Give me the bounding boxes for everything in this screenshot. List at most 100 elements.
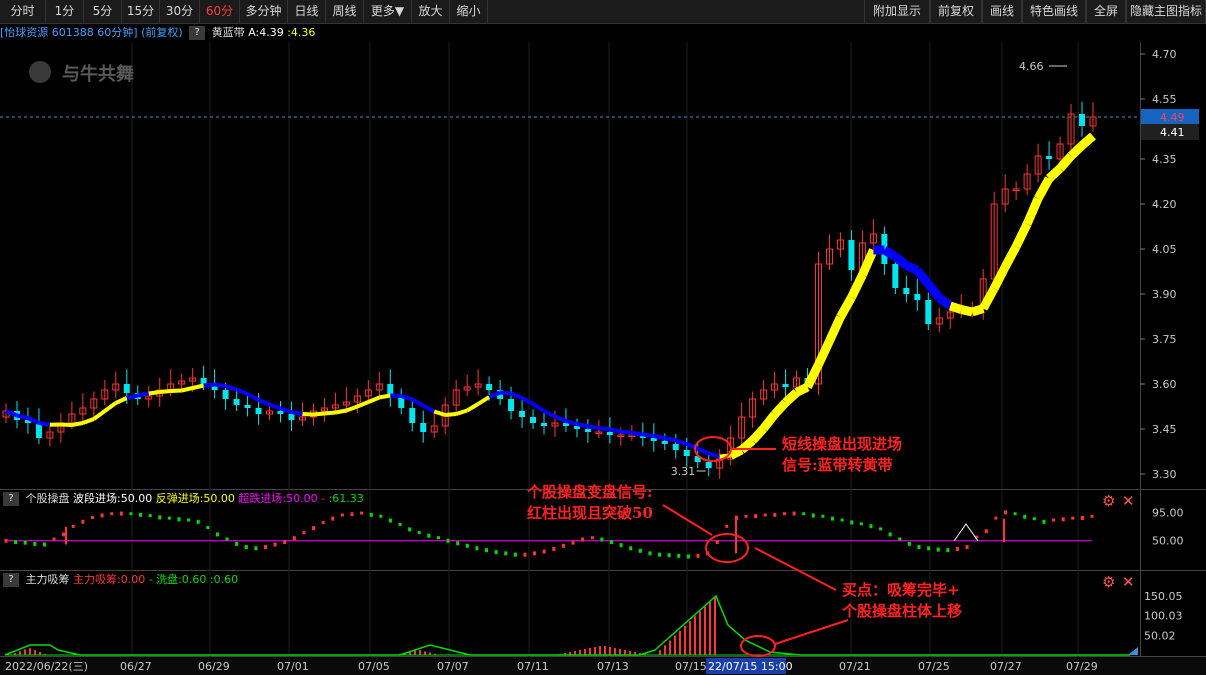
watermark-text: 与牛共舞 bbox=[62, 63, 134, 85]
indicator-dot bbox=[763, 513, 767, 517]
indicator-dot bbox=[792, 511, 796, 516]
indicator-dot bbox=[927, 546, 931, 551]
candle-body bbox=[848, 240, 855, 270]
indicator-dot bbox=[302, 531, 306, 535]
candle-body bbox=[925, 300, 932, 324]
indicator-band-segment bbox=[477, 395, 491, 406]
indicator-band-segment bbox=[904, 261, 920, 275]
help-button-panel3[interactable]: ? bbox=[3, 573, 19, 587]
indicator-dot bbox=[369, 512, 373, 517]
indicator-dot bbox=[1052, 518, 1056, 522]
indicator-dot bbox=[81, 519, 85, 524]
indicator-dot bbox=[283, 540, 287, 544]
indicator-band-segment bbox=[148, 390, 160, 396]
indicator-dot bbox=[254, 546, 258, 551]
indicator-band-segment bbox=[543, 409, 556, 419]
indicator-band-segment bbox=[16, 413, 29, 420]
indicator-band-segment bbox=[1067, 142, 1086, 160]
indicator-dot bbox=[33, 541, 37, 546]
price-axis-label: 4.20 bbox=[1152, 198, 1177, 211]
indicator-dot bbox=[129, 512, 133, 516]
indicator-band-segment bbox=[771, 399, 789, 418]
indicator-dot bbox=[561, 543, 565, 548]
indicator-dot bbox=[1032, 517, 1036, 521]
indicator-dot bbox=[42, 542, 46, 547]
indicator-band-segment bbox=[510, 391, 523, 400]
indicator-band-segment bbox=[159, 389, 171, 394]
price-axis-label: 4.35 bbox=[1152, 153, 1177, 166]
indicator-dot bbox=[408, 527, 412, 532]
indicator-band-segment bbox=[760, 411, 779, 432]
indicator-band-segment bbox=[598, 426, 611, 432]
indicator-dot bbox=[187, 518, 191, 522]
indicator-dot bbox=[398, 522, 402, 526]
candle-body bbox=[683, 450, 690, 456]
indicator-dot bbox=[1023, 514, 1027, 519]
indicator-dot bbox=[571, 540, 575, 545]
price-axis-label: 4.70 bbox=[1152, 48, 1177, 61]
indicator-dot bbox=[677, 553, 681, 558]
candle-body bbox=[123, 384, 130, 393]
indicator-dot bbox=[811, 513, 815, 518]
price-axis-label: 4.05 bbox=[1152, 243, 1177, 256]
indicator-dot bbox=[946, 548, 950, 553]
indicator-band-segment bbox=[60, 422, 72, 427]
indicator-band-segment bbox=[794, 382, 810, 397]
close-icon[interactable]: ✕ bbox=[1122, 493, 1135, 509]
indicator-dot bbox=[206, 526, 210, 530]
candle-body bbox=[705, 462, 712, 468]
indicator-band-segment bbox=[246, 392, 260, 402]
indicator-band-segment bbox=[936, 294, 953, 310]
close-icon[interactable]: ✕ bbox=[1122, 574, 1135, 590]
date-axis-label: 07/15 bbox=[675, 660, 707, 673]
indicator-band-segment bbox=[71, 421, 84, 427]
gear-icon[interactable]: ⚙ bbox=[1102, 574, 1115, 590]
indicator-dot bbox=[994, 516, 998, 520]
indicator-band-segment bbox=[620, 429, 633, 435]
help-button-panel2[interactable]: ? bbox=[3, 492, 19, 506]
indicator-dot bbox=[831, 516, 835, 521]
indicator-dot bbox=[1013, 512, 1017, 516]
indicator-band-segment bbox=[1079, 132, 1096, 149]
gear-icon[interactable]: ⚙ bbox=[1102, 493, 1115, 509]
indicator-band-segment bbox=[324, 410, 336, 416]
date-axis-label: 07/11 bbox=[517, 660, 549, 673]
indicator-dot bbox=[167, 516, 171, 520]
indicator-band-segment bbox=[642, 432, 655, 438]
current-price-label: 4.49 bbox=[1160, 111, 1185, 124]
indicator-band-segment bbox=[631, 431, 644, 437]
price-axis-label: 3.90 bbox=[1152, 288, 1177, 301]
indicator-dot bbox=[235, 541, 239, 546]
indicator-dot bbox=[465, 543, 469, 548]
indicator-band-segment bbox=[576, 422, 589, 429]
indicator-dot bbox=[52, 537, 56, 541]
indicator-band-segment bbox=[847, 273, 867, 300]
indicator-dot bbox=[360, 511, 364, 515]
indicator-dot bbox=[725, 524, 729, 528]
indicator-dot bbox=[840, 518, 844, 522]
price-axis-label: 3.45 bbox=[1152, 423, 1177, 436]
candle-body bbox=[200, 378, 207, 384]
candle-body bbox=[244, 405, 251, 408]
panel2-legend-4: :61.33 bbox=[328, 492, 364, 505]
indicator-band-segment bbox=[137, 391, 150, 398]
accumulation-axis-label: 50.02 bbox=[1144, 629, 1176, 642]
indicator-dot bbox=[1061, 517, 1065, 522]
candle-body bbox=[606, 432, 613, 435]
date-axis-label: 07/21 bbox=[839, 660, 871, 673]
indicator-band-segment bbox=[825, 315, 845, 343]
indicator-band-segment bbox=[170, 388, 182, 393]
indicator-dot bbox=[609, 540, 613, 544]
candle-body bbox=[903, 288, 910, 294]
secondary-price-label: 4.41 bbox=[1160, 126, 1185, 139]
indicator-band-segment bbox=[1022, 196, 1043, 226]
indicator-band-segment bbox=[1034, 176, 1054, 201]
accumulation-axis-label: 100.03 bbox=[1144, 610, 1183, 623]
indicator-dot bbox=[850, 520, 854, 525]
indicator-band-segment bbox=[708, 451, 721, 459]
indicator-dot bbox=[148, 514, 152, 518]
date-axis-label: 06/27 bbox=[120, 660, 152, 673]
indicator-band-segment bbox=[1001, 244, 1021, 270]
indicator-dot bbox=[552, 546, 556, 551]
indicator-band-segment bbox=[38, 421, 51, 427]
